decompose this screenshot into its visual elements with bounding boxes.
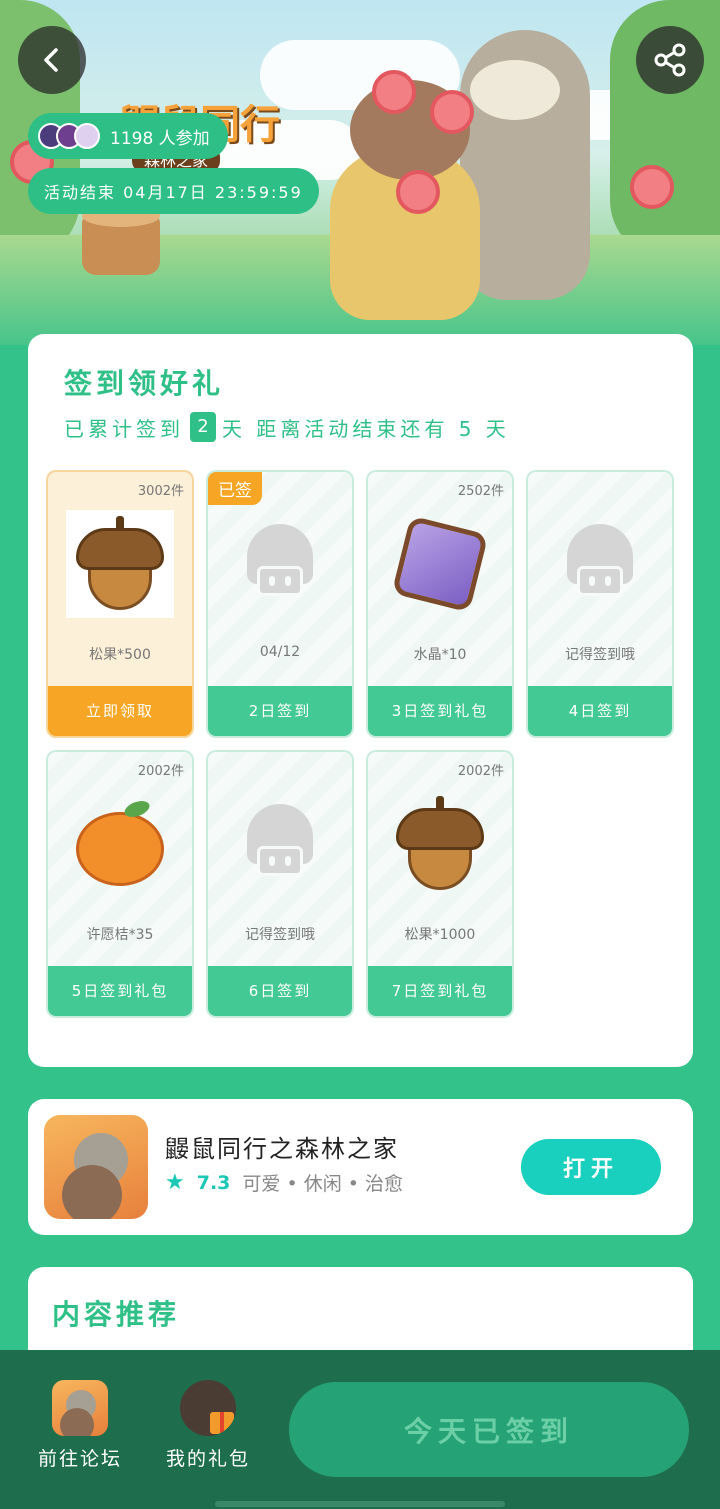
stock-count: 2502件 (457, 484, 504, 499)
day-signin-button[interactable]: 2日签到 (208, 686, 352, 736)
forum-icon (52, 1380, 108, 1436)
orange-icon (66, 790, 174, 898)
tree-stump (82, 205, 160, 275)
signin-stats: 已累计签到 2 天 距离活动结束还有 5 天 (64, 412, 510, 442)
event-end-time: 活动结束 04月17日 23:59:59 (28, 168, 319, 214)
avatar (74, 123, 100, 149)
participants-count: 1198 人参加 (110, 128, 210, 149)
placeholder-avatar-icon (226, 790, 334, 898)
day-signin-button[interactable]: 7日签到礼包 (368, 966, 512, 1016)
reward-item: 04/12 (259, 644, 301, 660)
my-gifts-button[interactable]: 我的礼包 (158, 1380, 258, 1471)
reward-item: 许愿桔*35 (86, 927, 154, 943)
game-meta: ★ 7.3 可爱 • 休闲 • 治愈 (165, 1169, 403, 1196)
game-tags: 可爱 • 休闲 • 治愈 (242, 1173, 403, 1195)
go-to-forum-button[interactable]: 前往论坛 (30, 1380, 130, 1471)
stock-count: 2002件 (137, 764, 184, 779)
bottom-action-bar: 前往论坛 我的礼包 今天已签到 (0, 1350, 720, 1509)
signed-today-button[interactable]: 今天已签到 (289, 1382, 689, 1477)
day-signin-button[interactable]: 5日签到礼包 (48, 966, 192, 1016)
gift-icon (180, 1380, 236, 1436)
reward-tile-day6[interactable]: 记得签到哦 6日签到 (206, 750, 354, 1018)
acorn-icon (386, 790, 494, 898)
participant-avatars (38, 123, 100, 149)
reward-tile-day4[interactable]: 记得签到哦 4日签到 (526, 470, 674, 738)
game-name: 鼹鼠同行之森林之家 (165, 1135, 399, 1163)
open-game-button[interactable]: 打开 (521, 1139, 661, 1195)
gift-label: 我的礼包 (165, 1448, 250, 1470)
star-icon: ★ (165, 1170, 185, 1195)
forum-label: 前往论坛 (37, 1448, 122, 1470)
days-signed-count: 2 (190, 412, 216, 442)
stats-suffix: 天 距离活动结束还有 5 天 (222, 416, 510, 441)
reward-grid: 3002件 松果*500 立即领取 已签 04/12 2日签到 2502件 水晶… (46, 470, 676, 1018)
placeholder-avatar-icon (546, 510, 654, 618)
home-indicator (215, 1501, 505, 1507)
reward-tile-day7[interactable]: 2002件 松果*1000 7日签到礼包 (366, 750, 514, 1018)
reward-tile-day2[interactable]: 已签 04/12 2日签到 (206, 470, 354, 738)
day-signin-button[interactable]: 6日签到 (208, 966, 352, 1016)
reward-tile-day3[interactable]: 2502件 水晶*10 3日签到礼包 (366, 470, 514, 738)
reward-tile-day1[interactable]: 3002件 松果*500 立即领取 (46, 470, 194, 738)
reward-tile-day5[interactable]: 2002件 许愿桔*35 5日签到礼包 (46, 750, 194, 1018)
crystal-icon (386, 510, 494, 618)
share-icon (654, 43, 686, 77)
signed-badge: 已签 (208, 472, 262, 505)
stock-count: 2002件 (457, 764, 504, 779)
back-arrow-icon (44, 48, 58, 72)
back-button[interactable] (18, 26, 86, 94)
stock-count: 3002件 (137, 484, 184, 499)
reward-item: 记得签到哦 (565, 647, 635, 663)
day-signin-button[interactable]: 3日签到礼包 (368, 686, 512, 736)
participants-badge: 1198 人参加 (28, 113, 228, 159)
acorn-icon (66, 510, 174, 618)
signin-title: 签到领好礼 (64, 367, 225, 400)
reward-item: 记得签到哦 (245, 927, 315, 943)
signin-card: 签到领好礼 已累计签到 2 天 距离活动结束还有 5 天 3002件 松果*50… (28, 334, 693, 1067)
reward-item: 水晶*10 (413, 647, 467, 663)
recommend-title: 内容推荐 (52, 1298, 181, 1331)
reward-item: 松果*1000 (404, 927, 476, 943)
game-rating: 7.3 (196, 1171, 231, 1194)
game-info-card[interactable]: 鼹鼠同行之森林之家 ★ 7.3 可爱 • 休闲 • 治愈 打开 (28, 1099, 693, 1235)
day-signin-button[interactable]: 4日签到 (528, 686, 672, 736)
placeholder-avatar-icon (226, 510, 334, 618)
share-button[interactable] (636, 26, 704, 94)
claim-now-button[interactable]: 立即领取 (48, 686, 192, 736)
reward-item: 松果*500 (89, 647, 151, 663)
game-icon[interactable] (44, 1115, 148, 1219)
stats-prefix: 已累计签到 (64, 416, 184, 441)
